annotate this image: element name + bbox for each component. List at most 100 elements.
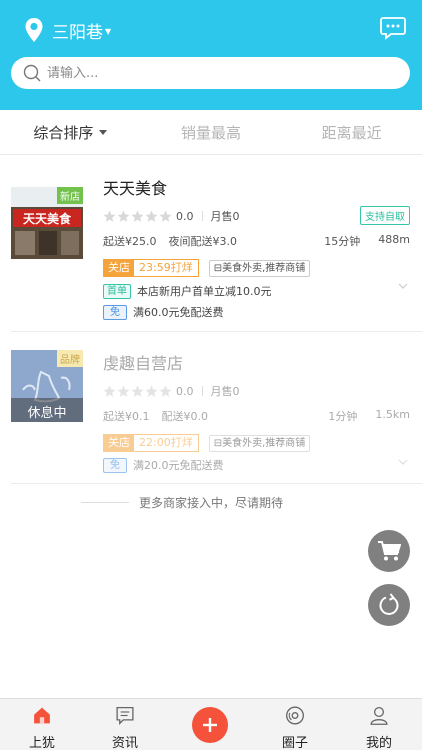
separator: [201, 386, 203, 396]
location-label: 三阳巷: [52, 22, 103, 43]
min-order: 起送¥0.1: [103, 410, 150, 423]
expand-chevron-icon[interactable]: [398, 459, 408, 466]
rating-row: 0.0 月售0: [103, 208, 240, 224]
more-merchants-note: 更多商家接入中，尽请期待: [0, 494, 422, 511]
star-icon: [117, 210, 130, 222]
status-row: 关店 22:00打烊 ⊟美食外卖,推荐商铺: [103, 434, 311, 452]
tab-mine[interactable]: 我的: [349, 699, 409, 751]
delivery-time: 1分钟: [328, 410, 358, 423]
shopping-cart-icon: [378, 541, 401, 561]
news-icon: [116, 706, 134, 725]
sort-tab-comprehensive[interactable]: 综合排序: [0, 110, 141, 154]
delivery-info-row: 起送¥25.0 夜间配送¥3.0 15分钟 488m: [103, 233, 410, 249]
tab-home[interactable]: 上犹: [12, 699, 72, 751]
more-merchants-text: 更多商家接入中，尽请期待: [138, 496, 283, 510]
shop-thumbnail: 品牌 休息中: [11, 350, 83, 422]
shop-card[interactable]: 品牌 休息中 虔趣自营店 0.0 月售0 起送¥0.1 配送¥0.0 1分钟 1…: [0, 350, 422, 480]
category-text: 美食外卖,推荐商铺: [222, 262, 306, 274]
category-tag: ⊟美食外卖,推荐商铺: [208, 434, 311, 452]
tab-circle[interactable]: 圈子: [265, 699, 325, 751]
status-label: 关店: [104, 260, 134, 276]
rating-score: 0.0: [176, 209, 194, 223]
status-row: 关店 23:59打烊 ⊟美食外卖,推荐商铺: [103, 259, 311, 277]
separator: [201, 211, 203, 221]
promo-text: 本店新用户首单立减10.0元: [137, 285, 272, 298]
tab-label: 资讯: [111, 736, 138, 751]
promo-free-delivery: 免 满20.0元免配送费: [103, 457, 224, 473]
caret-down-icon: [99, 129, 108, 135]
refresh-button[interactable]: [368, 584, 410, 626]
shop-thumbnail: 天天美食 新店: [11, 187, 83, 259]
status-label: 关店: [104, 435, 134, 451]
cart-button[interactable]: [368, 530, 410, 572]
sort-tab-distance[interactable]: 距离最近: [281, 110, 422, 154]
free-delivery-badge: 免: [103, 457, 127, 473]
location-selector[interactable]: 三阳巷 ▼: [24, 16, 111, 44]
closed-status-badge: 关店 23:59打烊: [103, 259, 199, 277]
self-pickup-badge: 支持自取: [360, 206, 410, 225]
tab-news[interactable]: 资讯: [95, 699, 155, 751]
star-icon: [103, 385, 116, 397]
user-icon: [370, 706, 388, 725]
star-icon: [117, 385, 130, 397]
search-input[interactable]: [47, 65, 387, 81]
sort-tab-label: 综合排序: [33, 123, 94, 142]
category-tag: ⊟美食外卖,推荐商铺: [208, 259, 311, 277]
min-order: 起送¥25.0: [103, 235, 157, 248]
shop-card[interactable]: 天天美食 新店 天天美食 0.0 月售0 支持自取 起送¥25.0 夜间配送¥3…: [0, 175, 422, 325]
resting-overlay: 休息中: [27, 406, 67, 421]
add-post-button[interactable]: [192, 707, 228, 743]
search-bar[interactable]: [11, 57, 410, 89]
app-header: 三阳巷 ▼: [0, 0, 422, 110]
first-order-badge: 首单: [103, 283, 131, 299]
promo-first-order: 首单 本店新用户首单立减10.0元: [103, 283, 272, 299]
search-icon: [23, 64, 41, 82]
star-icon: [131, 385, 144, 397]
svg-text:天天美食: 天天美食: [23, 211, 72, 226]
sort-tab-sales[interactable]: 销量最高: [141, 110, 282, 154]
star-icon: [145, 385, 158, 397]
divider: [11, 483, 422, 484]
sort-tab-label: 销量最高: [181, 123, 242, 142]
star-icon: [159, 210, 172, 222]
promo-text: 满60.0元免配送费: [133, 306, 224, 319]
separator-line: [80, 502, 129, 503]
shop-name: 虔趣自营店: [103, 354, 184, 373]
tab-label: 圈子: [281, 736, 308, 751]
closing-time: 23:59打烊: [139, 261, 193, 274]
plus-icon: [203, 718, 217, 732]
sort-tab-label: 距离最近: [321, 123, 382, 142]
tab-label: 我的: [365, 736, 392, 751]
bottom-tab-bar: 上犹 资讯 圈子 我的: [0, 698, 422, 751]
sort-bar: 综合排序 销量最高 距离最近: [0, 110, 422, 155]
delivery-info-row: 起送¥0.1 配送¥0.0 1分钟 1.5km: [103, 408, 410, 424]
delivery-time: 15分钟: [324, 235, 361, 248]
location-pin-icon: [25, 18, 43, 42]
star-icon: [103, 210, 116, 222]
rating-score: 0.0: [176, 384, 194, 398]
category-text: 美食外卖,推荐商铺: [222, 437, 306, 449]
star-icon: [145, 210, 158, 222]
free-delivery-badge: 免: [103, 304, 127, 320]
promo-free-delivery: 免 满60.0元免配送费: [103, 304, 224, 320]
monthly-sales: 月售0: [210, 385, 240, 398]
delivery-fee: 配送¥0.0: [161, 410, 209, 423]
rating-row: 0.0 月售0: [103, 383, 240, 399]
star-icon: [131, 210, 144, 222]
star-icon: [159, 385, 172, 397]
chevron-down-icon: ▼: [105, 26, 112, 36]
shop-name: 天天美食: [103, 179, 168, 198]
new-shop-badge: 新店: [57, 187, 83, 204]
refresh-icon: [379, 593, 399, 615]
expand-chevron-icon[interactable]: [398, 283, 408, 290]
brand-badge: 品牌: [57, 350, 83, 367]
circle-icon: [286, 706, 304, 725]
message-icon[interactable]: [380, 16, 406, 40]
monthly-sales: 月售0: [210, 210, 240, 223]
distance: 488m: [378, 233, 410, 246]
home-icon: [34, 707, 50, 724]
promo-text: 满20.0元免配送费: [133, 459, 224, 472]
tab-label: 上犹: [28, 736, 55, 751]
divider: [11, 331, 422, 332]
delivery-fee: 夜间配送¥3.0: [168, 235, 238, 248]
